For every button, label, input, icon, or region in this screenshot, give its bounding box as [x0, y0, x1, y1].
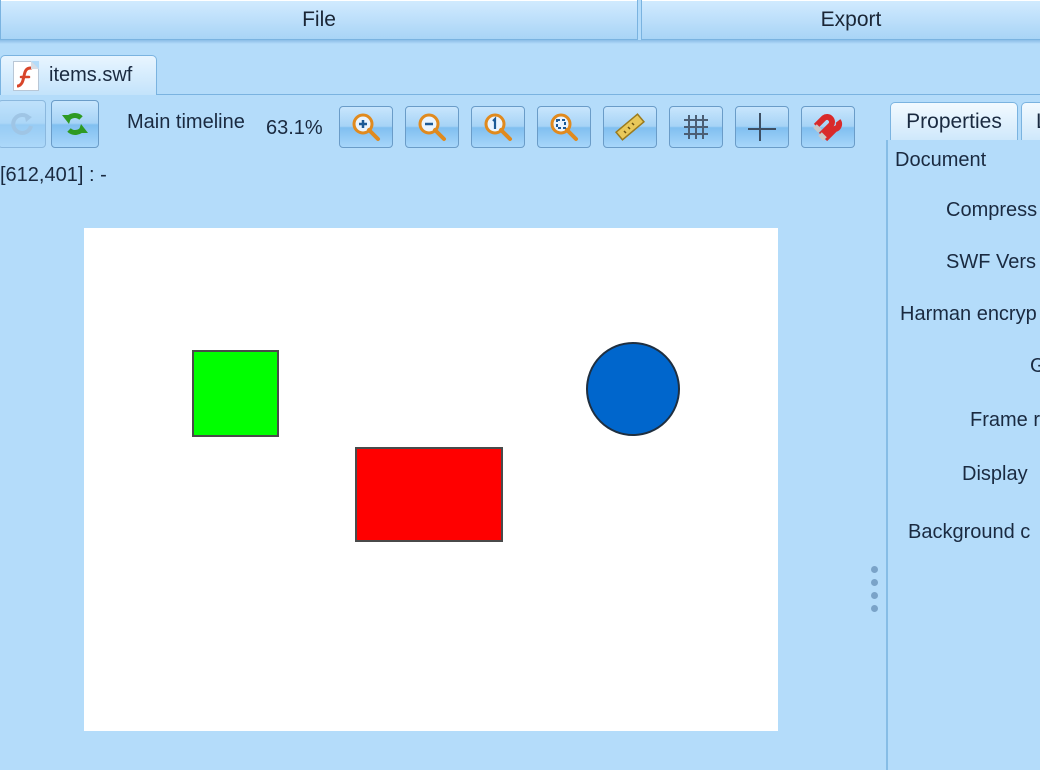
ribbon-tab-export-label: Export — [820, 7, 882, 31]
ribbon-tab-file-label: File — [302, 7, 336, 31]
cursor-coordinates: [612,401] : - — [0, 164, 107, 186]
swf-file-icon — [13, 60, 39, 91]
blue-circle[interactable] — [586, 342, 680, 436]
stage-canvas[interactable] — [84, 228, 778, 731]
tab-library-label: L — [1036, 110, 1040, 134]
grid-button[interactable] — [669, 106, 723, 148]
property-label-frame-rate: Frame r — [970, 409, 1040, 431]
tab-library[interactable]: L — [1021, 102, 1040, 140]
refresh-icon — [11, 112, 33, 135]
property-label-harman-encryption: Harman encryp — [900, 303, 1037, 325]
refresh-button[interactable] — [0, 100, 46, 148]
property-label-gfx: G — [1030, 355, 1040, 377]
zoom-actual-size-button[interactable] — [471, 106, 525, 148]
timeline-label: Main timeline — [127, 111, 245, 133]
zoom-fit-icon — [550, 113, 578, 141]
tab-properties[interactable]: Properties — [890, 102, 1018, 140]
zoom-in-icon — [352, 113, 380, 141]
zoom-out-button[interactable] — [405, 106, 459, 148]
zoom-in-button[interactable] — [339, 106, 393, 148]
document-tab[interactable]: items.swf — [0, 55, 157, 95]
zoom-out-icon — [418, 113, 446, 141]
property-label-swf-version: SWF Vers — [946, 251, 1037, 273]
red-rectangle[interactable] — [355, 447, 503, 542]
properties-panel — [886, 140, 1040, 770]
tab-strip-border — [157, 94, 1040, 95]
guides-icon — [748, 113, 776, 141]
zoom-fit-button[interactable] — [537, 106, 591, 148]
guides-button[interactable] — [735, 106, 789, 148]
zoom-level: 63.1% — [266, 117, 323, 139]
ribbon-tab-export[interactable]: Export — [641, 0, 1040, 40]
reload-icon — [62, 113, 88, 135]
reload-button[interactable] — [51, 100, 99, 148]
snap-button[interactable] — [801, 106, 855, 148]
ribbon-tab-file[interactable]: File — [0, 0, 638, 40]
green-square[interactable] — [192, 350, 279, 437]
property-label-display-rect: Display — [962, 463, 1028, 485]
document-tab-label: items.swf — [49, 64, 133, 86]
grid-icon — [684, 115, 708, 139]
panel-splitter-handle[interactable] — [868, 566, 880, 622]
magnet-icon — [813, 114, 843, 142]
tab-properties-label: Properties — [906, 109, 1002, 133]
property-label-compression: Compress — [946, 199, 1038, 221]
properties-section-title: Document — [895, 149, 987, 171]
ruler-button[interactable] — [603, 106, 657, 148]
app-window: File Export items.swf Main timeline 63.1… — [0, 0, 1040, 770]
ruler-icon — [615, 113, 645, 141]
ribbon-divider — [0, 40, 1040, 44]
zoom-actual-size-icon — [484, 113, 512, 141]
property-label-background-color: Background c — [908, 521, 1031, 543]
